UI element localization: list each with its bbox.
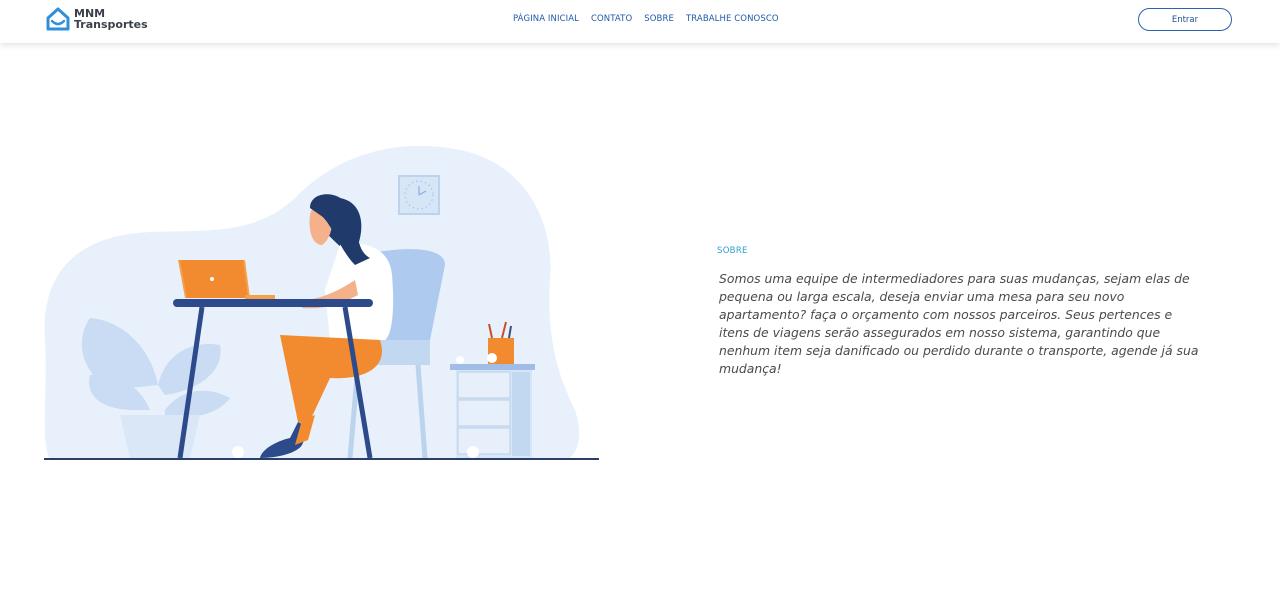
about-section-label: SOBRE <box>717 246 748 256</box>
house-icon <box>46 7 70 31</box>
top-navbar: MNM Transportes PÁGINA INICIAL CONTATO S… <box>0 0 1280 43</box>
nav-link-careers[interactable]: TRABALHE CONOSCO <box>686 14 779 24</box>
hero-illustration <box>40 140 605 465</box>
login-button[interactable]: Entrar <box>1138 8 1232 31</box>
main-nav: PÁGINA INICIAL CONTATO SOBRE TRABALHE CO… <box>513 14 779 24</box>
nav-link-contact[interactable]: CONTATO <box>591 14 632 24</box>
woman-at-desk-illustration <box>44 145 599 460</box>
nav-link-about[interactable]: SOBRE <box>644 14 674 24</box>
about-description: Somos uma equipe de intermediadores para… <box>719 271 1199 376</box>
brand-logo[interactable]: MNM Transportes <box>46 7 148 31</box>
brand-name: MNM Transportes <box>74 8 148 30</box>
nav-link-home[interactable]: PÁGINA INICIAL <box>513 14 579 24</box>
brand-name-line2: Transportes <box>74 18 148 31</box>
